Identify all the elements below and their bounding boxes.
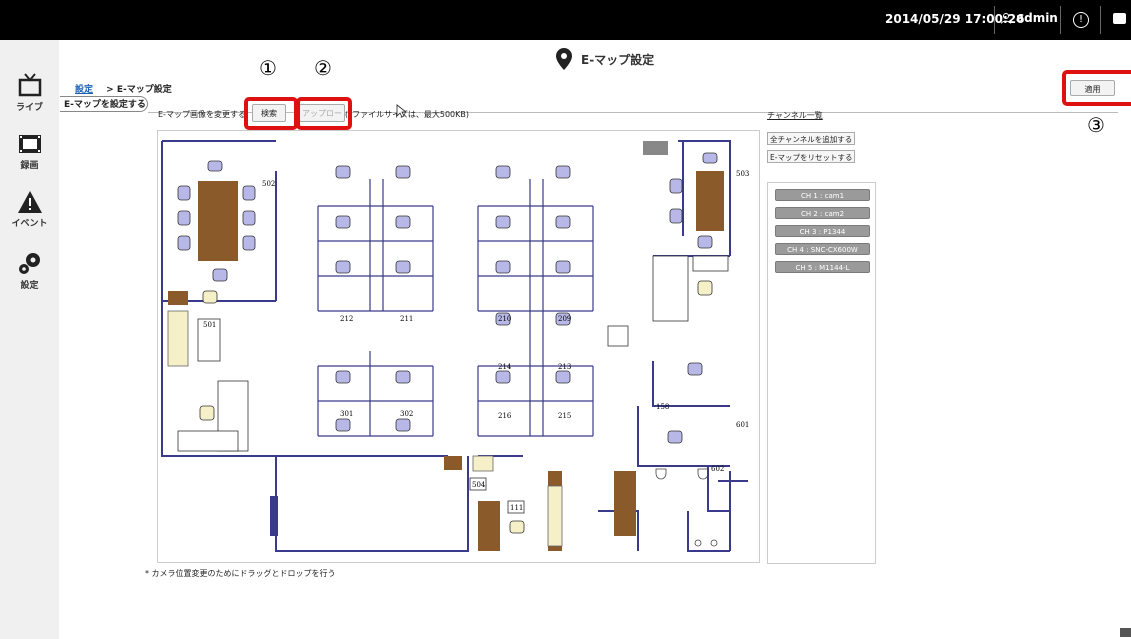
room-label: 602 bbox=[711, 465, 724, 473]
annotation-number-3: ③ bbox=[1087, 113, 1105, 137]
drag-drop-note: * カメラ位置変更のためにドラッグとドロップを行う bbox=[145, 569, 336, 578]
desk bbox=[444, 456, 462, 470]
sidebar-item-label: 設定 bbox=[20, 281, 39, 291]
room-label: 210 bbox=[498, 315, 511, 323]
add-all-channels-button[interactable]: 全チャンネルを追加する bbox=[767, 132, 856, 145]
room-label: 211 bbox=[400, 315, 413, 323]
film-icon bbox=[18, 135, 41, 153]
room-label: 503 bbox=[736, 170, 749, 178]
tab-emap-settings[interactable]: E-マップを設定する bbox=[60, 96, 148, 112]
annotation-number-2: ② bbox=[314, 56, 332, 80]
floor-plan: 502 501 212 211 210 209 214 213 301 302 … bbox=[161, 140, 749, 552]
cubicle-walls bbox=[317, 179, 594, 437]
room-label: 502 bbox=[262, 180, 275, 188]
location-pin-icon bbox=[556, 48, 572, 70]
channel-item[interactable]: CH 4 : SNC-CX600W bbox=[775, 243, 870, 255]
room-label: 209 bbox=[558, 315, 571, 323]
sidebar: ライブ 録画 イベント 設定 bbox=[0, 40, 59, 639]
desk bbox=[478, 501, 500, 551]
annotation-box-apply bbox=[1062, 70, 1131, 106]
room-label: 301 bbox=[340, 410, 353, 418]
channel-item[interactable]: CH 2 : cam2 bbox=[775, 207, 870, 219]
top-bar: 2014/05/29 17:00:26 admin ! bbox=[0, 0, 1131, 40]
sidebar-item-label: 録画 bbox=[20, 161, 39, 171]
divider bbox=[1060, 6, 1061, 34]
chairs bbox=[177, 152, 718, 444]
room-label: 601 bbox=[736, 421, 749, 429]
keyboard-icon[interactable] bbox=[1120, 628, 1131, 637]
room-label: 302 bbox=[400, 410, 413, 418]
sidebar-item-event[interactable]: イベント bbox=[0, 190, 59, 229]
annotation-box-browse bbox=[244, 97, 298, 130]
file-size-note: (*ファイルサイズは、最大500KB) bbox=[345, 110, 470, 119]
page-title-text: E-マップ設定 bbox=[581, 52, 655, 67]
room-label: 504 bbox=[472, 481, 486, 489]
reset-emap-button[interactable]: E-マップをリセットする bbox=[767, 150, 856, 163]
room-label: 111 bbox=[510, 504, 523, 512]
room-label: 213 bbox=[558, 363, 571, 371]
emap-change-label: E-マップ画像を変更する: bbox=[158, 110, 249, 119]
warning-icon bbox=[17, 191, 42, 213]
user-menu[interactable]: admin bbox=[1000, 11, 1058, 25]
room-label: 501 bbox=[203, 321, 216, 329]
desk bbox=[614, 471, 636, 536]
alert-icon[interactable]: ! bbox=[1073, 12, 1089, 28]
annotation-box-upload bbox=[296, 97, 352, 130]
room-label: 216 bbox=[498, 412, 512, 420]
divider bbox=[1100, 6, 1101, 34]
breadcrumb-link-settings[interactable]: 設定 bbox=[75, 85, 93, 95]
breadcrumb-current: > E-マップ設定 bbox=[106, 85, 172, 95]
gears-icon bbox=[18, 253, 40, 274]
sidebar-item-label: イベント bbox=[11, 219, 48, 229]
username: admin bbox=[1016, 11, 1058, 25]
desk bbox=[198, 181, 238, 261]
divider bbox=[994, 6, 995, 34]
emap-canvas[interactable]: 502 501 212 211 210 209 214 213 301 302 … bbox=[157, 130, 760, 563]
room-label: 212 bbox=[340, 315, 353, 323]
annotation-number-1: ① bbox=[259, 56, 277, 80]
pillar bbox=[270, 496, 278, 536]
user-icon bbox=[1001, 13, 1011, 24]
page-title: E-マップ設定 bbox=[555, 47, 654, 71]
tv-screen bbox=[643, 141, 668, 155]
monitor-icon[interactable] bbox=[1113, 13, 1126, 24]
channel-list-panel: CH 1 : cam1 CH 2 : cam2 CH 3 : P1344 CH … bbox=[767, 182, 876, 564]
channel-item[interactable]: CH 5 : M1144-L bbox=[775, 261, 870, 273]
tv-icon bbox=[18, 73, 41, 97]
room-label: 214 bbox=[498, 363, 512, 371]
sidebar-item-live[interactable]: ライブ bbox=[0, 72, 59, 113]
channel-list-title: チャンネル一覧 bbox=[767, 111, 823, 120]
sidebar-item-recording[interactable]: 録画 bbox=[0, 132, 59, 171]
channel-item[interactable]: CH 3 : P1344 bbox=[775, 225, 870, 237]
tables bbox=[177, 255, 729, 514]
channel-item[interactable]: CH 1 : cam1 bbox=[775, 189, 870, 201]
sidebar-item-label: ライブ bbox=[15, 103, 43, 113]
room-label: 215 bbox=[558, 412, 571, 420]
room-label: 158 bbox=[656, 403, 669, 411]
desk bbox=[696, 171, 724, 231]
sidebar-item-settings[interactable]: 設定 bbox=[0, 250, 59, 291]
walls bbox=[161, 140, 748, 552]
breadcrumb: 設定 > E-マップ設定 bbox=[75, 82, 172, 95]
mouse-cursor-icon bbox=[396, 104, 406, 118]
desk bbox=[168, 291, 188, 305]
